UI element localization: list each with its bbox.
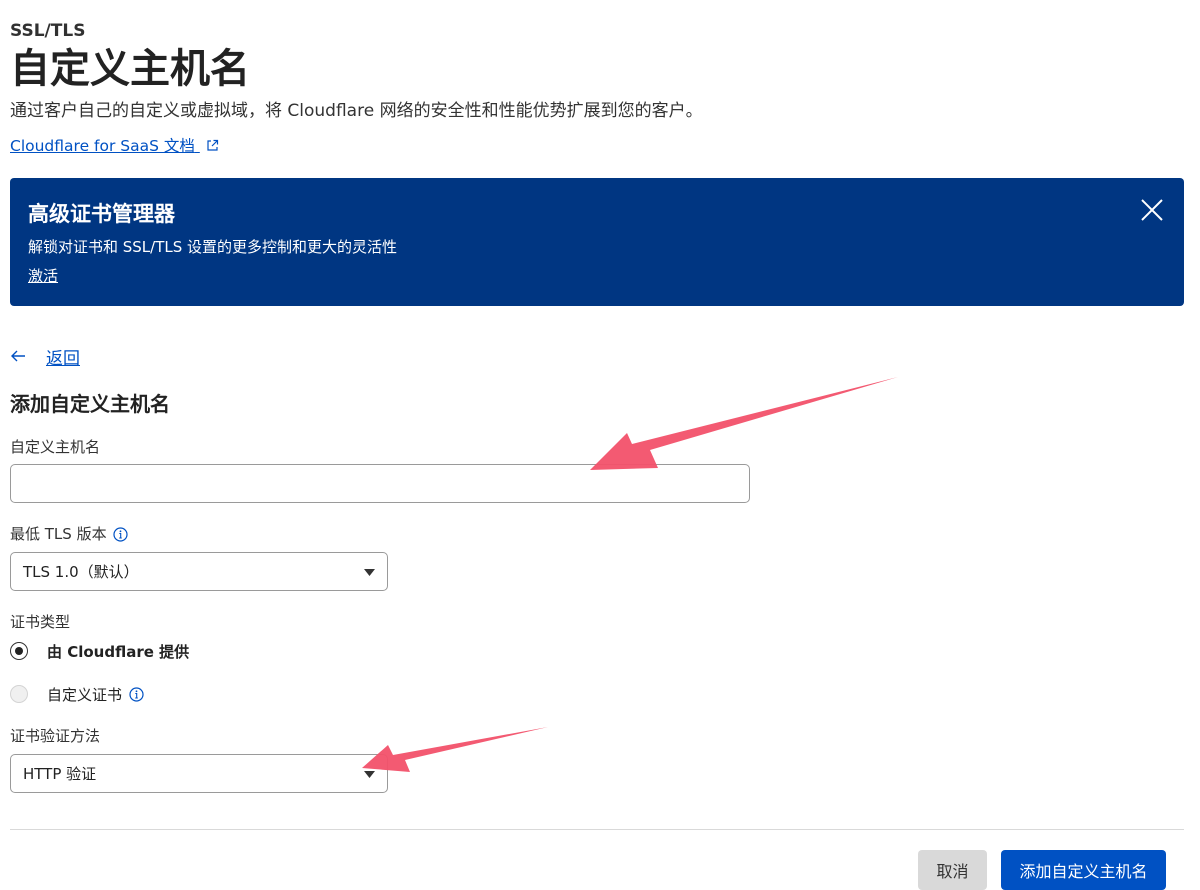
cancel-button[interactable]: 取消 (918, 850, 987, 890)
docs-link-label: Cloudflare for SaaS 文档 (10, 137, 195, 155)
caret-down-icon (364, 569, 375, 576)
hostname-input[interactable] (10, 464, 750, 503)
page-description: 通过客户自己的自定义或虚拟域，将 Cloudflare 网络的安全性和性能优势扩… (10, 101, 703, 121)
divider (10, 829, 1184, 830)
advanced-certificate-banner: 高级证书管理器 解锁对证书和 SSL/TLS 设置的更多控制和更大的灵活性 激活 (10, 178, 1184, 306)
banner-title: 高级证书管理器 (28, 202, 175, 226)
validation-method-value: HTTP 验证 (23, 765, 97, 783)
cert-option-label: 自定义证书 (47, 685, 123, 704)
tls-label: 最低 TLS 版本 (10, 523, 128, 545)
arrow-left-icon[interactable] (10, 349, 26, 363)
docs-link[interactable]: Cloudflare for SaaS 文档 (10, 135, 219, 157)
tls-version-select[interactable]: TLS 1.0（默认） (10, 552, 388, 591)
info-icon[interactable] (112, 526, 128, 542)
add-hostname-button[interactable]: 添加自定义主机名 (1001, 850, 1166, 890)
info-icon[interactable] (129, 686, 144, 702)
validation-method-select[interactable]: HTTP 验证 (10, 754, 388, 793)
back-nav: 返回 (10, 344, 80, 369)
tls-version-value: TLS 1.0（默认） (23, 563, 139, 581)
radio-cloudflare[interactable] (10, 642, 28, 660)
cert-type-label: 证书类型 (10, 611, 70, 633)
external-link-icon (207, 139, 218, 151)
page-title: 自定义主机名 (10, 46, 250, 92)
activate-link[interactable]: 激活 (28, 265, 58, 287)
breadcrumb: SSL/TLS (10, 21, 86, 41)
radio-custom[interactable] (10, 685, 28, 703)
caret-down-icon (364, 771, 375, 778)
banner-text: 解锁对证书和 SSL/TLS 设置的更多控制和更大的灵活性 (28, 238, 398, 256)
form-title: 添加自定义主机名 (10, 392, 170, 416)
annotation-arrow (362, 727, 548, 772)
cert-type-option-custom[interactable]: 自定义证书 (10, 683, 144, 705)
close-icon[interactable] (1140, 198, 1164, 222)
validation-label: 证书验证方法 (10, 725, 100, 747)
hostname-label: 自定义主机名 (10, 436, 100, 458)
back-link[interactable]: 返回 (46, 344, 80, 369)
hostname-label-text: 自定义主机名 (10, 438, 101, 456)
tls-label-text: 最低 TLS 版本 (10, 525, 107, 543)
annotation-arrow (590, 377, 898, 470)
validation-label-text: 证书验证方法 (10, 727, 101, 745)
cert-option-label: 由 Cloudflare 提供 (47, 642, 190, 661)
cert-type-option-cloudflare[interactable]: 由 Cloudflare 提供 (10, 640, 189, 662)
cert-type-label-text: 证书类型 (10, 613, 71, 631)
annotation-arrows (362, 377, 898, 772)
